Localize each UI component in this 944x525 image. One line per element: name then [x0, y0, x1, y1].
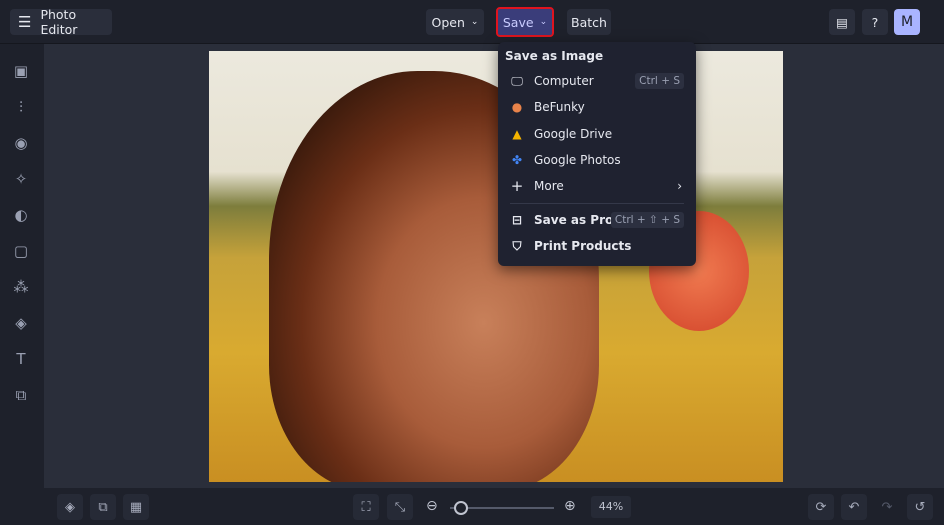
- undo-icon: ↶: [848, 499, 860, 515]
- actual-size-button[interactable]: ⤡: [387, 494, 413, 520]
- rotate-button[interactable]: ⟳: [808, 494, 834, 520]
- menu-item-google-drive[interactable]: ▲ Google Drive: [498, 122, 696, 146]
- chevron-right-icon: ›: [677, 179, 682, 193]
- briefcase-icon: ⊟: [511, 213, 523, 227]
- zoom-out-icon[interactable]: ⊖: [426, 498, 438, 514]
- grid-button[interactable]: ▦: [123, 494, 149, 520]
- menu-item-google-photos[interactable]: ✤ Google Photos: [498, 148, 696, 172]
- menu-item-label: Google Drive: [534, 127, 613, 141]
- help-button[interactable]: ?: [862, 9, 888, 35]
- save-label: Save: [502, 14, 534, 30]
- redo-icon: ↷: [881, 499, 893, 515]
- history-icon: ↺: [914, 499, 926, 515]
- save-button[interactable]: Save ⌄: [496, 7, 554, 37]
- feedback-button[interactable]: ▤: [829, 9, 855, 35]
- frame-icon[interactable]: ▢: [12, 242, 30, 260]
- bottom-bar: ◈ ⧉ ▦ ⛶ ⤡ ⊖ ⊕ 44% ⟳ ↶ ↷ ↺: [44, 488, 944, 525]
- comment-icon: ▤: [836, 14, 848, 30]
- menu-item-save-as-project[interactable]: ⊟ Save as Project Ctrl + ⇧ + S: [498, 208, 696, 232]
- google-photos-icon: ✤: [511, 153, 523, 167]
- shrink-icon: ⤡: [394, 499, 406, 515]
- undo-button[interactable]: ↶: [841, 494, 867, 520]
- menu-item-befunky[interactable]: ● BeFunky: [498, 95, 696, 119]
- save-dropdown-menu: Save as Image 🖵 Computer Ctrl + S ● BeFunky…: [498, 42, 696, 266]
- menu-divider: [510, 203, 684, 204]
- photo-canvas[interactable]: [209, 51, 783, 482]
- plus-icon: +: [510, 177, 524, 195]
- menu-item-computer[interactable]: 🖵 Computer Ctrl + S: [498, 69, 696, 93]
- menu-item-more[interactable]: + More ›: [498, 174, 696, 198]
- monitor-icon: 🖵: [511, 73, 523, 88]
- batch-button[interactable]: Batch: [567, 9, 611, 35]
- zoom-in-icon[interactable]: ⊕: [564, 498, 576, 514]
- layers-button[interactable]: ◈: [57, 494, 83, 520]
- tshirt-icon: ⛉: [512, 238, 522, 253]
- history-button[interactable]: ↺: [907, 494, 933, 520]
- sparkle-icon[interactable]: ✧: [12, 170, 30, 188]
- avatar-initial: M: [900, 14, 914, 30]
- menu-item-label: Print Products: [534, 239, 632, 253]
- save-as-image-heading: Save as Image: [505, 49, 604, 63]
- shortcut-badge: Ctrl + ⇧ + S: [610, 212, 684, 228]
- zoom-value[interactable]: 44%: [591, 496, 631, 518]
- texture-icon[interactable]: ◈: [12, 314, 30, 332]
- menu-item-label: Google Photos: [534, 153, 621, 167]
- open-button[interactable]: Open ⌄: [426, 9, 484, 35]
- app-title: Photo Editor: [40, 7, 78, 37]
- avatar[interactable]: M: [894, 9, 920, 35]
- zoom-slider-handle[interactable]: [454, 501, 468, 515]
- shapes-icon[interactable]: ⁂: [12, 278, 30, 296]
- help-icon: ?: [871, 14, 879, 30]
- eye-icon[interactable]: ◉: [12, 134, 30, 152]
- text-icon[interactable]: T: [12, 350, 30, 368]
- chevron-down-icon: ⌄: [539, 17, 548, 27]
- menu-button[interactable]: ☰ Photo Editor: [10, 7, 112, 37]
- top-bar: ☰ Photo Editor Open ⌄ Save ⌄ Batch ▤ ? M: [0, 0, 944, 44]
- google-drive-icon: ▲: [512, 127, 522, 141]
- fullscreen-icon: ⛶: [361, 499, 371, 515]
- image-icon[interactable]: ▣: [12, 62, 30, 80]
- chevron-down-icon: ⌄: [470, 17, 479, 27]
- redo-button[interactable]: ↷: [874, 494, 900, 520]
- palette-icon[interactable]: ◐: [12, 206, 30, 224]
- overlay-icon[interactable]: ⧉: [12, 386, 30, 404]
- hamburger-icon: ☰: [18, 13, 32, 31]
- shortcut-badge: Ctrl + S: [635, 73, 684, 89]
- compare-button[interactable]: ⧉: [90, 494, 116, 520]
- menu-item-label: BeFunky: [534, 100, 585, 114]
- open-label: Open: [431, 14, 465, 30]
- menu-item-print-products[interactable]: ⛉ Print Products: [498, 234, 696, 258]
- menu-item-label: More: [534, 179, 564, 193]
- adjust-sliders-icon[interactable]: ⫶: [12, 98, 30, 116]
- fit-screen-button[interactable]: ⛶: [353, 494, 379, 520]
- grid-icon: ▦: [129, 499, 143, 515]
- compare-icon: ⧉: [98, 499, 108, 515]
- zoom-slider[interactable]: [450, 501, 554, 515]
- layers-icon: ◈: [65, 499, 75, 515]
- befunky-icon: ●: [511, 100, 523, 114]
- batch-label: Batch: [571, 14, 607, 30]
- menu-item-label: Computer: [534, 74, 594, 88]
- sync-icon: ⟳: [815, 499, 827, 515]
- tool-sidebar: ▣ ⫶ ◉ ✧ ◐ ▢ ⁂ ◈ T ⧉: [0, 44, 44, 525]
